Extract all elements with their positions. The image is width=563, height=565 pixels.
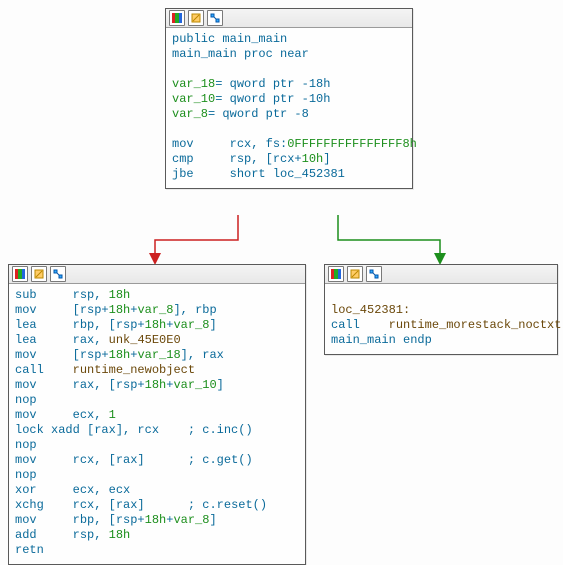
color-icon[interactable] <box>169 10 185 26</box>
block-titlebar <box>166 9 412 28</box>
edit-icon[interactable] <box>188 10 204 26</box>
block-code: public main_main main_main proc near var… <box>166 28 412 188</box>
edit-icon[interactable] <box>31 266 47 282</box>
graph-icon[interactable] <box>366 266 382 282</box>
block-code: sub rsp, 18h mov [rsp+18h+var_8], rbp le… <box>9 284 305 564</box>
block-entry[interactable]: public main_main main_main proc near var… <box>165 8 413 189</box>
graph-icon[interactable] <box>207 10 223 26</box>
block-body[interactable]: sub rsp, 18h mov [rsp+18h+var_8], rbp le… <box>8 264 306 565</box>
block-code: loc_452381: call runtime_morestack_noctx… <box>325 284 557 354</box>
graph-icon[interactable] <box>50 266 66 282</box>
edit-icon[interactable] <box>347 266 363 282</box>
color-icon[interactable] <box>328 266 344 282</box>
block-morestack[interactable]: loc_452381: call runtime_morestack_noctx… <box>324 264 558 355</box>
block-titlebar <box>9 265 305 284</box>
block-titlebar <box>325 265 557 284</box>
color-icon[interactable] <box>12 266 28 282</box>
